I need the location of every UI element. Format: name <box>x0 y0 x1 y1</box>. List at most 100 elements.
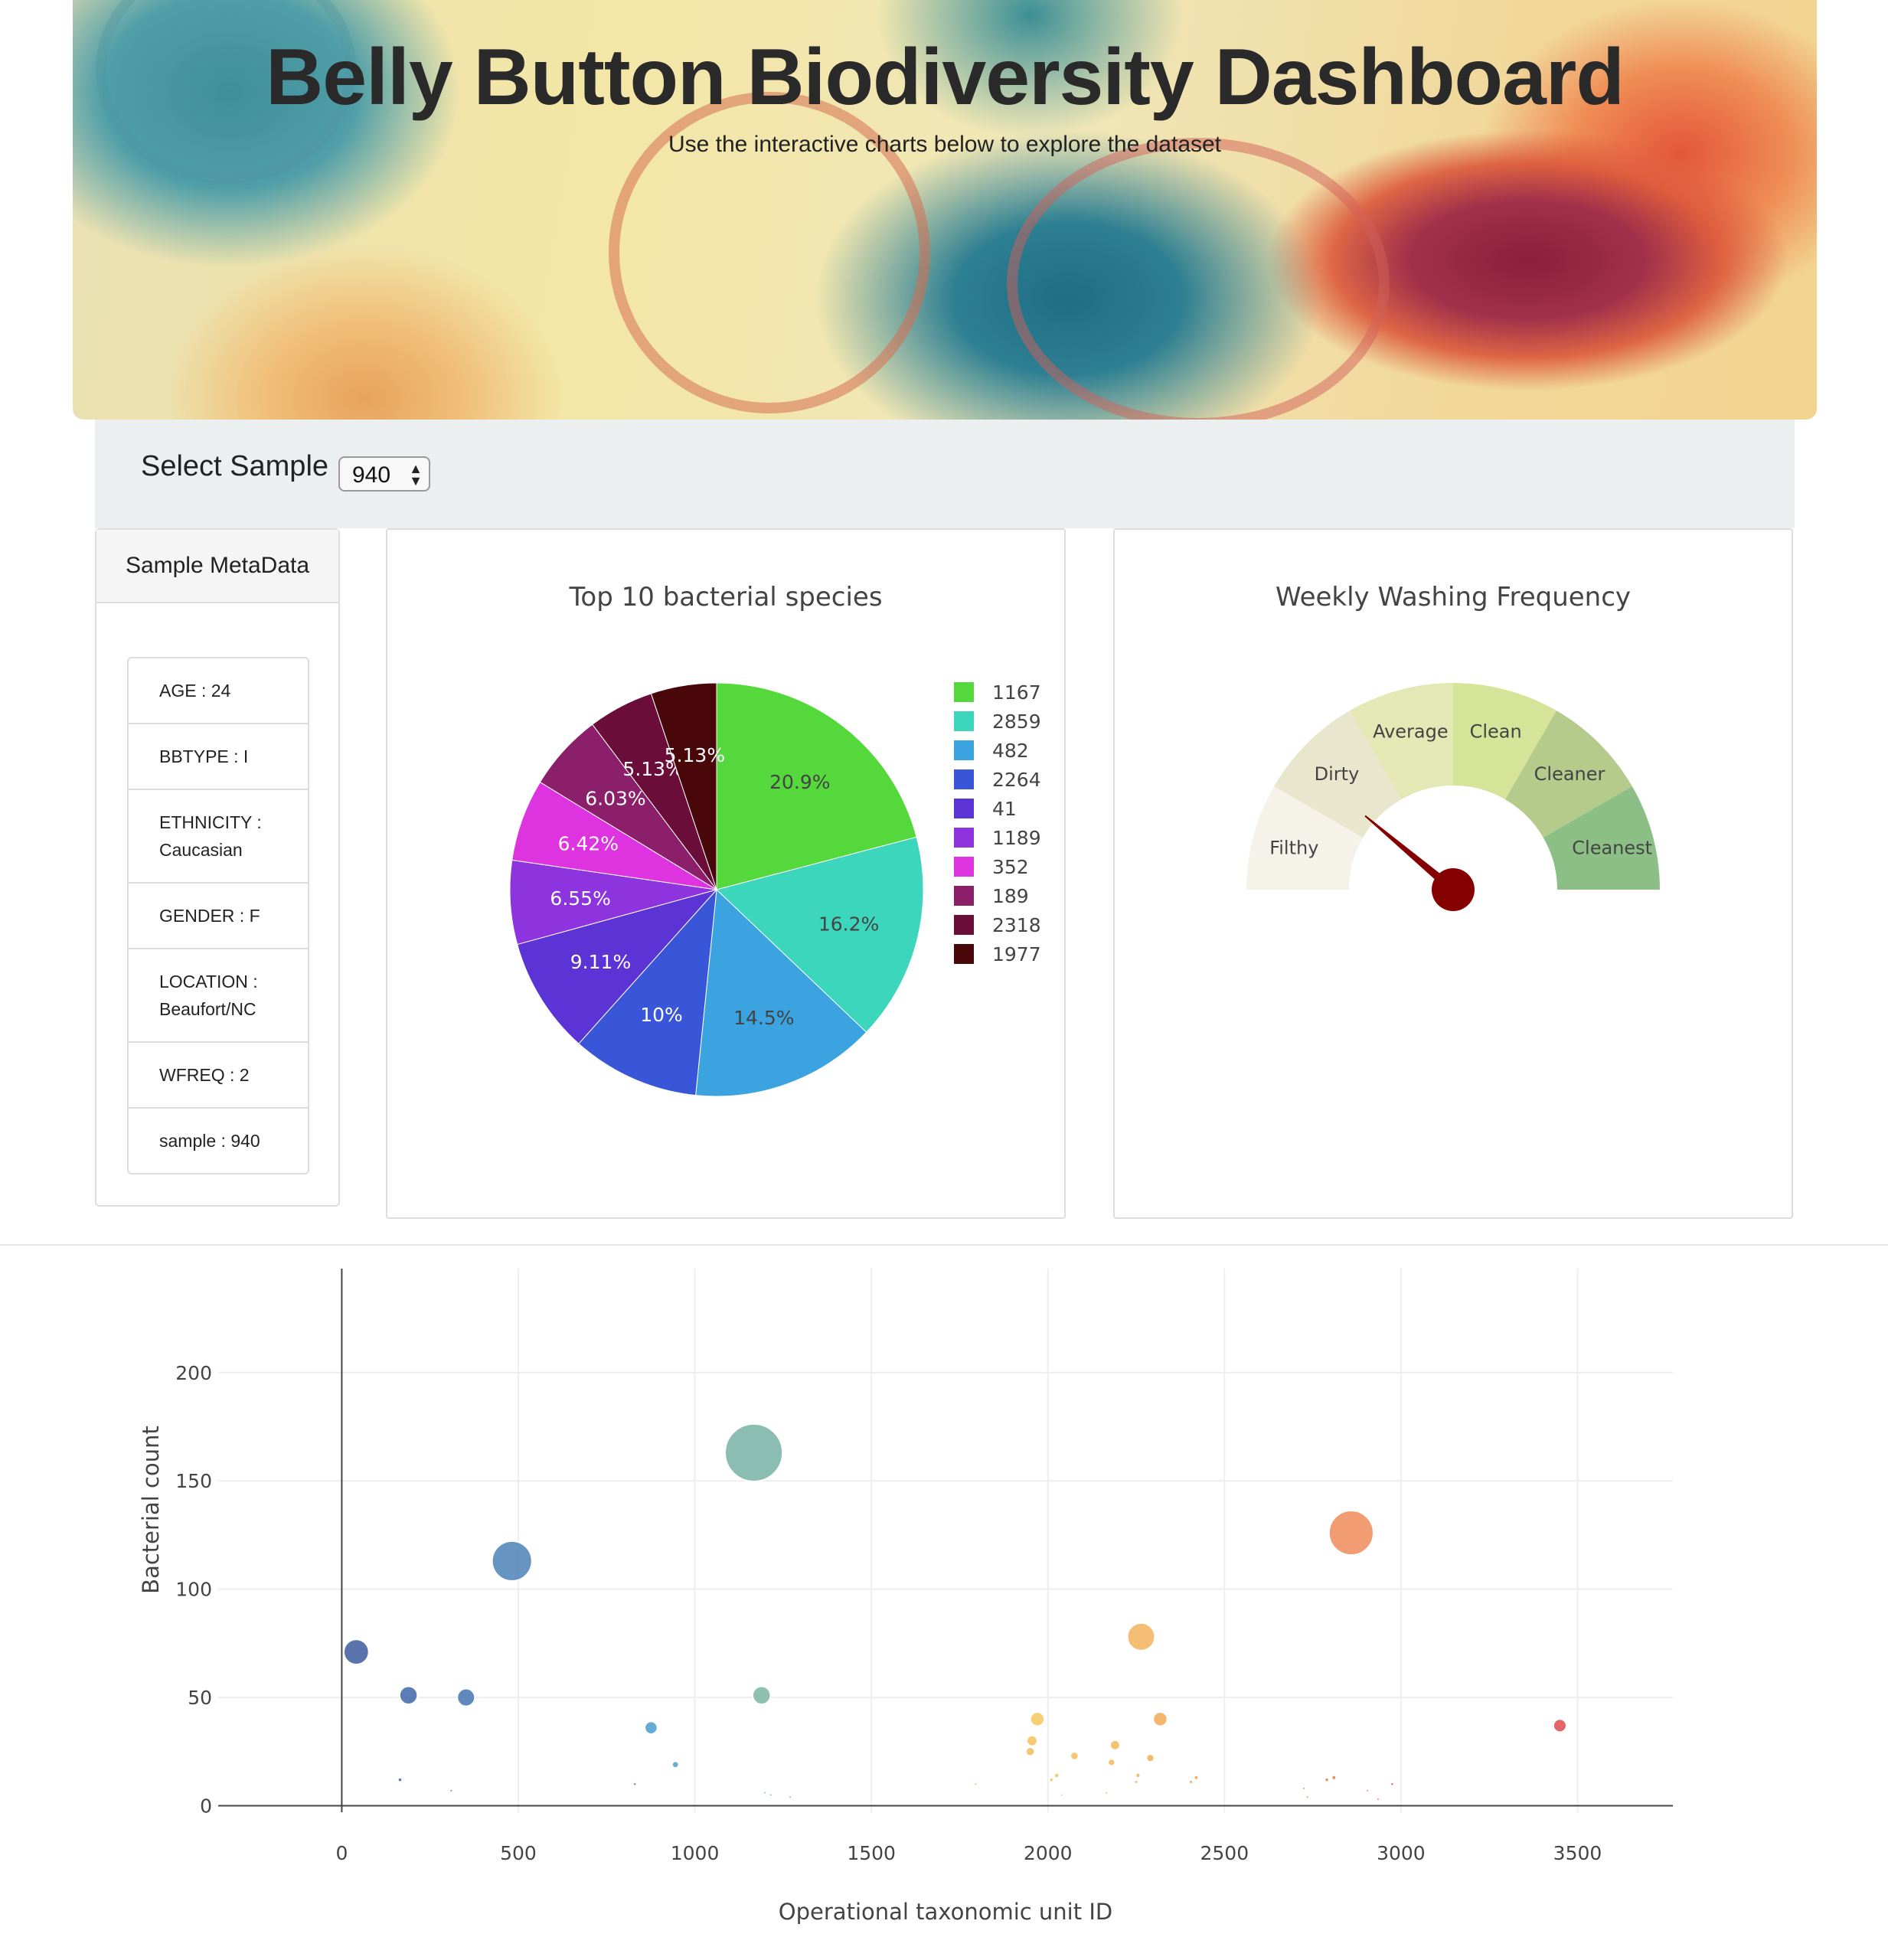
bubble-otu-2180[interactable] <box>1107 1758 1116 1767</box>
x-tick-label: 2000 <box>1024 1842 1073 1864</box>
bubble-otu-945[interactable] <box>671 1760 680 1769</box>
gauge-sector-label: Average <box>1373 720 1449 742</box>
pie-slice-percent-label: 9.11% <box>570 951 631 973</box>
legend-label-2264[interactable]: 2264 <box>992 769 1041 791</box>
x-tick-label: 2500 <box>1200 1842 1249 1864</box>
legend-label-2318[interactable]: 2318 <box>992 914 1041 936</box>
legend-swatch-352[interactable] <box>954 857 974 877</box>
x-tick-label: 3000 <box>1377 1842 1426 1864</box>
y-tick-label: 150 <box>175 1470 212 1492</box>
bubble-otu-2025[interactable] <box>1053 1772 1060 1779</box>
bubble-chart-section: 0 500 1000 1500 2000 2500 3000 3500 0 50 100 150 200… <box>0 1246 1888 1960</box>
x-tick-label: 3500 <box>1553 1842 1602 1864</box>
sample-select-dropdown[interactable]: 940 ▲ ▼ <box>338 456 430 492</box>
legend-swatch-482[interactable] <box>954 740 974 760</box>
x-tick-label: 1000 <box>671 1842 720 1864</box>
gauge-sector-label: Cleaner <box>1534 763 1605 785</box>
legend-swatch-1977[interactable] <box>954 944 974 964</box>
bubble-otu-1970[interactable] <box>1029 1711 1046 1727</box>
bubble-otu-1215[interactable] <box>768 1792 773 1798</box>
bubble-otu-1795[interactable] <box>972 1781 978 1787</box>
x-axis-title: Operational taxonomic unit ID <box>779 1899 1112 1925</box>
y-tick-label: 200 <box>175 1362 212 1384</box>
gauge-chart-card: Weekly Washing Frequency Filthy Dirty Aver… <box>1113 528 1793 1219</box>
legend-swatch-1167[interactable] <box>954 682 974 702</box>
bubble-otu-2935[interactable] <box>1375 1797 1380 1802</box>
bubble-otu-2190[interactable] <box>1109 1739 1121 1751</box>
bubble-otu-2040[interactable] <box>1060 1792 1065 1798</box>
banner-decoration <box>1007 138 1390 420</box>
legend-label-189[interactable]: 189 <box>992 885 1029 907</box>
gauge-needle-hub <box>1432 868 1475 911</box>
bubble-otu-482[interactable] <box>491 1540 533 1582</box>
bubble-otu-1950[interactable] <box>1024 1746 1036 1757</box>
bubble-otu-2725[interactable] <box>1302 1785 1307 1791</box>
legend-swatch-2264[interactable] <box>954 769 974 789</box>
pie-slice-percent-label: 6.42% <box>558 833 619 855</box>
bubble-otu-41[interactable] <box>342 1638 370 1666</box>
legend-label-352[interactable]: 352 <box>992 856 1029 878</box>
legend-label-2859[interactable]: 2859 <box>992 710 1041 733</box>
bubble-otu-1270[interactable] <box>788 1795 793 1800</box>
bubble-otu-352[interactable] <box>456 1687 476 1707</box>
bubble-otu-2165[interactable] <box>1103 1790 1109 1795</box>
legend-swatch-2859[interactable] <box>954 711 974 731</box>
legend-label-1167[interactable]: 1167 <box>992 681 1041 704</box>
legend-label-41[interactable]: 41 <box>992 798 1017 820</box>
y-axis-title: Bacterial count <box>138 1426 164 1594</box>
legend-swatch-41[interactable] <box>954 799 974 818</box>
bubble-otu-2264[interactable] <box>1126 1622 1156 1651</box>
legend-swatch-2318[interactable] <box>954 915 974 935</box>
bubble-otu-830[interactable] <box>632 1781 638 1787</box>
bubble-otu-2250[interactable] <box>1133 1779 1139 1785</box>
bubble-otu-2810[interactable] <box>1331 1774 1338 1781</box>
pie-chart: 20.9% 16.2% 14.5% 10% 9.11% 6.55% 6.42% 6.03% 5.… <box>509 681 1041 1097</box>
bubble-otu-1167[interactable] <box>724 1423 784 1483</box>
x-tick-label: 0 <box>335 1842 348 1864</box>
bubble-otu-1189[interactable] <box>751 1685 772 1706</box>
gauge-sector-label: Dirty <box>1315 763 1360 785</box>
bubble-otu-2075[interactable] <box>1070 1751 1080 1761</box>
bubble-otu-2255[interactable] <box>1135 1772 1142 1779</box>
bubble-otu-310[interactable] <box>449 1788 454 1793</box>
pie-slice-percent-label: 14.5% <box>733 1007 794 1029</box>
pie-chart-card: Top 10 bacterial species 20.9% 16.2% 14.5%… <box>386 528 1066 1219</box>
bubble-otu-2975[interactable] <box>1390 1781 1395 1787</box>
bubble-otu-876[interactable] <box>644 1720 658 1735</box>
bubble-otu-2859[interactable] <box>1328 1510 1374 1557</box>
page-subtitle: Use the interactive charts below to expl… <box>668 132 1222 157</box>
legend-label-1189[interactable]: 1189 <box>992 827 1041 849</box>
legend-swatch-189[interactable] <box>954 886 974 906</box>
gauge-sector-label: Filthy <box>1269 837 1318 858</box>
bubble-otu-2405[interactable] <box>1187 1779 1194 1785</box>
metadata-item-location: LOCATION : Beaufort/NC <box>127 948 309 1043</box>
legend-swatch-1189[interactable] <box>954 828 974 848</box>
bubble-otu-189[interactable] <box>398 1685 419 1706</box>
bubble-otu-165[interactable] <box>397 1776 403 1783</box>
bubble-otu-1198[interactable] <box>762 1790 767 1795</box>
bubble-otu-2735[interactable] <box>1305 1795 1310 1800</box>
metadata-panel: Sample MetaData AGE : 24 BBTYPE : I ETHN… <box>95 528 340 1207</box>
pie-slice-percent-label: 6.03% <box>585 787 645 809</box>
bubble-otu-2010[interactable] <box>1048 1776 1055 1783</box>
metadata-item-wfreq: WFREQ : 2 <box>127 1041 309 1109</box>
x-tick-label: 500 <box>500 1842 537 1864</box>
metadata-heading: Sample MetaData <box>96 530 338 603</box>
legend-label-482[interactable]: 482 <box>992 740 1029 762</box>
bubble-otu-2790[interactable] <box>1324 1776 1330 1783</box>
legend-label-1977[interactable]: 1977 <box>992 943 1041 965</box>
sample-select-value: 940 <box>352 462 391 488</box>
bubble-otu-2905[interactable] <box>1365 1788 1370 1793</box>
pie-slice-percent-label: 10% <box>640 1004 683 1026</box>
header-banner: Belly Button Biodiversity Dashboard Use … <box>73 0 1817 420</box>
bubble-otu-2420[interactable] <box>1193 1774 1200 1781</box>
x-tick-label: 1500 <box>847 1842 896 1864</box>
bubble-otu-3450[interactable] <box>1552 1718 1567 1733</box>
pie-slice-percent-label: 6.55% <box>550 887 610 910</box>
select-arrows-icon: ▲ ▼ <box>409 461 423 488</box>
bubble-otu-2318[interactable] <box>1152 1711 1168 1727</box>
sample-selector-bar: Select Sample 940 ▲ ▼ <box>95 420 1795 528</box>
page-title: Belly Button Biodiversity Dashboard <box>266 33 1625 122</box>
bubble-otu-2290[interactable] <box>1145 1753 1155 1763</box>
bubble-otu-1955[interactable] <box>1026 1734 1038 1747</box>
